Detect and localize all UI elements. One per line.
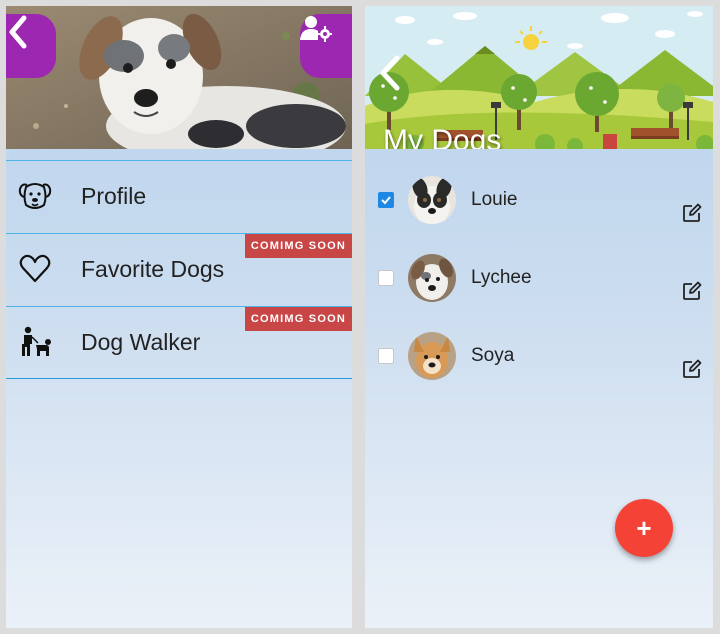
coming-soon-badge: COMIMG SOON [244, 307, 352, 331]
check-icon [381, 196, 391, 205]
page-title: My Dogs [383, 124, 502, 149]
user-settings-button[interactable] [300, 14, 352, 78]
dog-name: Soya [471, 345, 515, 366]
dog-walker-icon [22, 326, 51, 356]
dog-select-checkbox[interactable] [378, 348, 394, 364]
dog-list: Louie Lychee Soya [365, 172, 713, 406]
dog-name: Lychee [471, 267, 532, 288]
chevron-left-icon [380, 55, 400, 91]
menu-item-profile[interactable]: Profile [6, 160, 352, 233]
dog-select-checkbox[interactable] [378, 270, 394, 286]
menu-item-favorite-dogs[interactable]: Favorite Dogs COMIMG SOON [6, 233, 352, 306]
list-item[interactable]: Lychee [365, 250, 713, 328]
menu-label-profile: Profile [81, 183, 147, 209]
menu-label-dog-walker: Dog Walker [81, 329, 201, 355]
chevron-left-icon [9, 15, 27, 49]
profile-menu-panel: Profile Favorite Dogs COMIMG SOON Dog Wa… [6, 6, 352, 628]
edit-icon[interactable] [681, 358, 703, 380]
park-header-illustration: My Dogs [365, 6, 713, 149]
profile-menu: Profile Favorite Dogs COMIMG SOON Dog Wa… [6, 160, 352, 379]
dog-name: Louie [471, 189, 518, 210]
avatar [408, 254, 456, 302]
menu-label-favorite-dogs: Favorite Dogs [81, 256, 225, 282]
add-dog-button[interactable]: + [615, 499, 673, 557]
edit-icon[interactable] [681, 202, 703, 224]
avatar [408, 332, 456, 380]
coming-soon-badge: COMIMG SOON [244, 234, 352, 258]
user-gear-icon [300, 16, 332, 42]
avatar [408, 176, 456, 224]
edit-icon[interactable] [681, 280, 703, 302]
dog-hero-photo [6, 6, 352, 149]
my-dogs-panel: My Dogs Louie Lychee Soya + [365, 6, 713, 628]
list-item[interactable]: Soya [365, 328, 713, 406]
dog-select-checkbox[interactable] [378, 192, 394, 208]
list-item[interactable]: Louie [365, 172, 713, 250]
dog-face-icon [18, 183, 52, 209]
heart-icon [19, 254, 51, 283]
back-button[interactable] [6, 14, 56, 78]
menu-item-dog-walker[interactable]: Dog Walker COMIMG SOON [6, 306, 352, 379]
